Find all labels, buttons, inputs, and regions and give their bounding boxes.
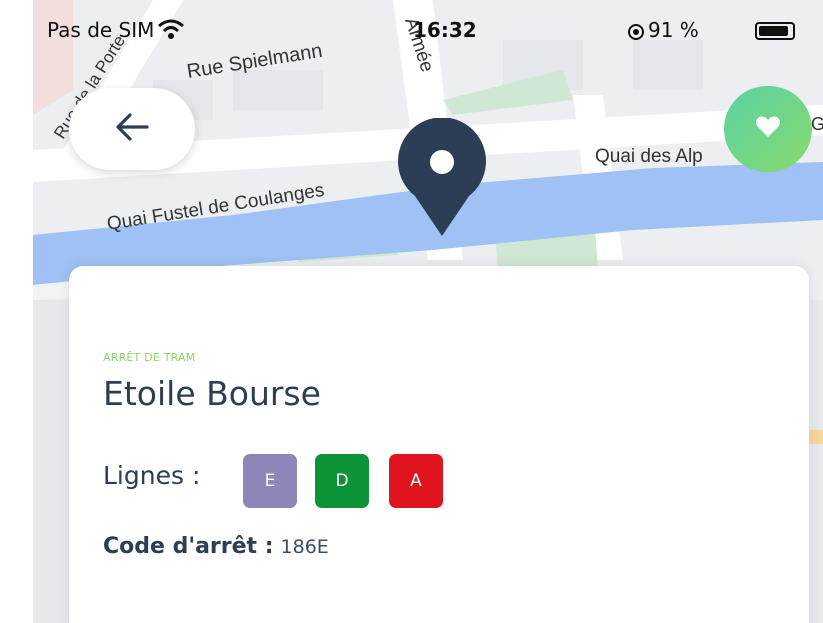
map-label-g: G: [811, 114, 823, 134]
line-badge-label: E: [264, 471, 276, 491]
stop-category: ARRÊT DE TRAM: [103, 351, 196, 364]
battery-percent: 91 %: [648, 18, 699, 42]
line-badge-label: D: [335, 471, 349, 491]
phone-screen: Rue Spielmann Quai Fustel de Coulanges Q…: [33, 0, 823, 623]
map-pin-icon[interactable]: [395, 117, 489, 238]
back-button[interactable]: [69, 88, 195, 170]
heart-icon: [755, 115, 781, 143]
status-time: 16:32: [413, 18, 477, 42]
battery-icon: [755, 22, 795, 40]
line-badge-a[interactable]: A: [389, 454, 443, 508]
line-badge-label: A: [410, 471, 422, 491]
arrow-left-icon: [115, 112, 149, 146]
status-bar: Pas de SIM 16:32 91 %: [33, 0, 823, 60]
stop-code-label: Code d'arrêt :: [103, 534, 274, 559]
location-icon: [627, 22, 645, 46]
favorite-button[interactable]: [724, 86, 812, 172]
lines-label: Lignes :: [103, 461, 201, 490]
line-badge-d[interactable]: D: [315, 454, 369, 508]
battery-level-fill: [759, 26, 788, 36]
stop-code-row: Code d'arrêt : 186E: [103, 534, 329, 559]
carrier-label: Pas de SIM: [47, 18, 155, 42]
wifi-icon: [157, 18, 185, 45]
stop-code-value: 186E: [280, 536, 329, 558]
stop-info-card: ARRÊT DE TRAM Etoile Bourse Lignes : E D…: [69, 266, 809, 623]
stop-name: Etoile Bourse: [103, 374, 321, 413]
line-badge-e[interactable]: E: [243, 454, 297, 508]
map-label-quai-des-alp: Quai des Alp: [595, 146, 703, 167]
